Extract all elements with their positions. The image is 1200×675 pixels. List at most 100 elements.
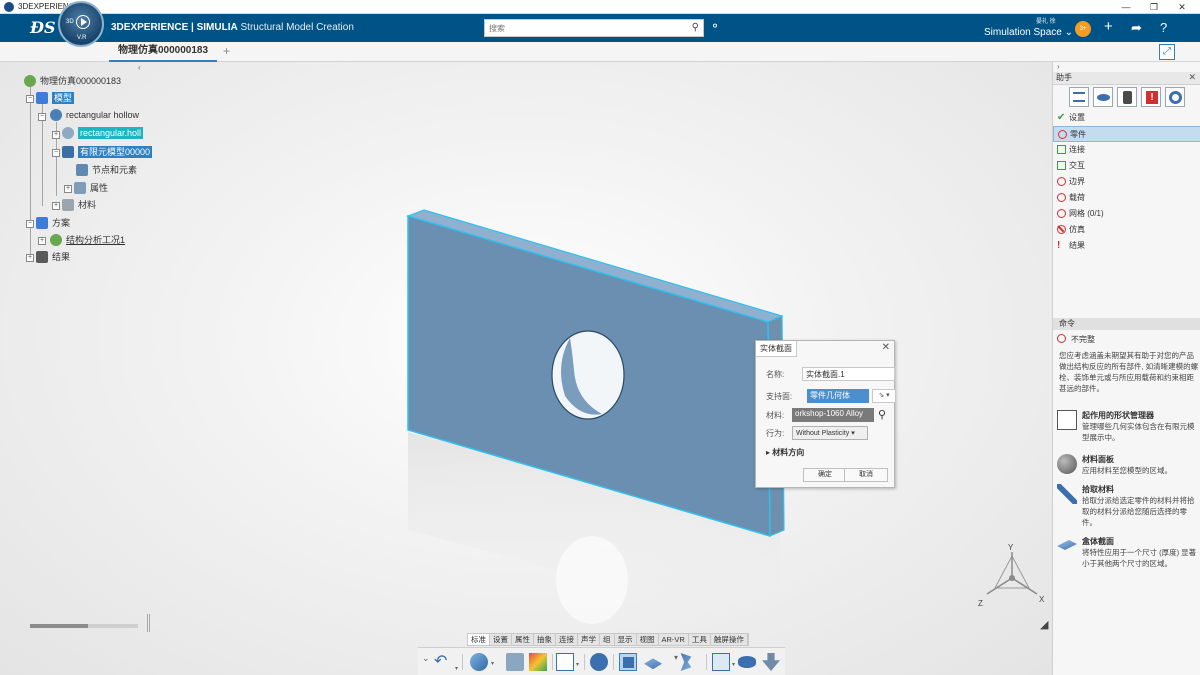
undo-dropdown-icon[interactable]: ▾ <box>455 660 458 675</box>
tree-part-child[interactable]: rectangular.holl <box>62 127 144 143</box>
tree-scenario[interactable]: 方案 <box>36 216 70 232</box>
list-view-icon[interactable] <box>1069 87 1089 107</box>
section-tab-view[interactable]: 视图 <box>637 634 659 645</box>
plate-model[interactable] <box>380 200 800 630</box>
hint-description: 拾取分派给选定零件的材料并将拾取的材料分派给您随后选择的零件。 <box>1082 496 1195 527</box>
tree-nodes[interactable]: 节点和元素 <box>76 163 137 179</box>
material-search-icon[interactable]: ⚲ <box>878 408 886 421</box>
section-tab-standard[interactable]: 标准 <box>468 634 490 645</box>
add-icon[interactable]: + <box>1104 18 1113 35</box>
solid-section-icon[interactable] <box>619 653 637 671</box>
ok-button[interactable]: 确定 <box>803 468 847 482</box>
cancel-button[interactable]: 取消 <box>844 468 888 482</box>
load-arrow-icon[interactable] <box>762 653 780 671</box>
visibility-eye-icon[interactable] <box>1093 87 1113 107</box>
tree-scrollbar[interactable] <box>30 624 138 628</box>
search-input[interactable] <box>489 21 679 35</box>
help-icon[interactable]: ? <box>1160 20 1167 35</box>
collapse-toggle[interactable]: − <box>52 149 60 157</box>
undo-icon[interactable]: ↶ ▾ <box>434 653 458 672</box>
beam-dropdown-icon[interactable]: ▾ <box>698 660 701 667</box>
name-field[interactable]: 实体截面.1 <box>802 367 895 381</box>
checklist-item-loads[interactable]: 载荷 <box>1053 190 1200 206</box>
properties-icon <box>74 181 86 194</box>
tree-model[interactable]: 模型 <box>36 91 75 107</box>
section-tab-display[interactable]: 显示 <box>615 634 637 645</box>
restore-button[interactable]: ❐ <box>1140 0 1168 14</box>
section-tab-touch[interactable]: 触屏操作 <box>711 634 748 645</box>
view-eye-icon[interactable] <box>738 656 756 668</box>
shell-section-icon[interactable] <box>644 658 662 670</box>
collapse-toggle[interactable]: + <box>52 202 60 210</box>
checklist-item-mesh[interactable]: 网格 (0/1) <box>1053 206 1200 222</box>
checklist-item-interactions[interactable]: 交互 <box>1053 158 1200 174</box>
dialog-close-icon[interactable]: ✕ <box>882 342 890 353</box>
settings-gear-icon[interactable] <box>590 653 608 671</box>
collapse-toggle[interactable]: + <box>64 185 72 193</box>
share-icon[interactable]: ➦ <box>1131 20 1142 36</box>
fem-tool-icon[interactable] <box>506 653 524 671</box>
notification-badge[interactable]: 3+ <box>1075 21 1091 37</box>
section-tab-acoustic[interactable]: 声学 <box>578 634 600 645</box>
tree-root[interactable]: 物理仿真000000183 <box>24 74 121 90</box>
shell-dropdown-icon[interactable]: ▾ <box>674 653 682 671</box>
pen-icon[interactable]: ◢ <box>1040 618 1048 631</box>
minimize-button[interactable]: — <box>1112 0 1140 14</box>
assistant-close-icon[interactable]: ✕ <box>1188 72 1196 83</box>
axis-triad[interactable]: Y X Z <box>975 540 1050 610</box>
checklist-item-boundary[interactable]: 边界 <box>1053 174 1200 190</box>
warnings-icon[interactable]: ! <box>1141 87 1161 107</box>
material-orientation-toggle[interactable]: ▸ 材料方向 <box>766 447 804 458</box>
section-tab-setup[interactable]: 设置 <box>490 634 512 645</box>
tree-case[interactable]: 结构分析工况1 <box>50 233 125 249</box>
section-tab-tools[interactable]: 工具 <box>689 634 711 645</box>
section-tab-ar-vr[interactable]: AR-VR <box>659 634 689 645</box>
close-window-button[interactable]: ✕ <box>1168 0 1196 14</box>
behavior-dropdown[interactable]: Without Plasticity ▾ <box>792 426 868 440</box>
tree-part[interactable]: rectangular hollow <box>50 109 139 125</box>
grid-dropdown-icon[interactable]: ▾ <box>732 661 735 668</box>
checklist-item-results[interactable]: ! 结果 <box>1053 238 1200 254</box>
panel-collapse-icon[interactable]: › <box>1057 62 1060 71</box>
collapse-toggle[interactable]: + <box>26 254 34 262</box>
collapse-toggle[interactable]: + <box>52 131 60 139</box>
tag-icon[interactable]: ⚬ <box>710 19 720 33</box>
checklist-item-parts[interactable]: 零件 <box>1053 126 1200 142</box>
tree-properties[interactable]: 属性 <box>74 181 108 197</box>
section-tab-abstract[interactable]: 抽象 <box>534 634 556 645</box>
support-field[interactable]: 零件几何体 <box>807 389 869 403</box>
checklist-item-simulation[interactable]: 仿真 <box>1053 222 1200 238</box>
compass-widget[interactable]: 3D V.R <box>58 1 104 47</box>
collapse-toggle[interactable]: + <box>38 237 46 245</box>
section-tab-group[interactable]: 组 <box>600 634 615 645</box>
table-icon[interactable]: ▾ <box>556 653 579 671</box>
results-plot-icon[interactable] <box>529 653 547 671</box>
filter-visibility-icon[interactable] <box>1117 87 1137 107</box>
tree-fem[interactable]: 有限元模型00000 <box>62 145 153 161</box>
search-icon[interactable]: ⚲ <box>692 22 699 33</box>
tree-material[interactable]: 材料 <box>62 198 96 214</box>
scrollbar-thumb[interactable] <box>30 624 88 628</box>
collapse-toggle[interactable]: − <box>38 113 46 121</box>
add-tab-button[interactable]: + <box>223 44 230 58</box>
table-dropdown-icon[interactable]: ▾ <box>576 661 579 668</box>
collapse-toggle[interactable]: − <box>26 95 34 103</box>
grid-layout-icon[interactable]: ▾ <box>712 653 735 671</box>
search-field[interactable]: ⚲ <box>484 19 704 37</box>
section-tab-properties[interactable]: 属性 <box>512 634 534 645</box>
tab-simulation[interactable]: 物理仿真000000183 <box>109 42 217 62</box>
play-icon[interactable] <box>76 15 90 29</box>
checklist-item-connections[interactable]: 连接 <box>1053 142 1200 158</box>
part-design-icon[interactable]: ▾ <box>470 653 494 671</box>
support-select-icon[interactable]: ⇘ ▾ <box>872 389 896 403</box>
checklist-item-setup[interactable]: ✔ 设置 <box>1053 110 1200 126</box>
maximize-viewer-icon[interactable]: ⤢ <box>1159 44 1175 60</box>
collapse-toggle[interactable]: − <box>26 220 34 228</box>
connectivity-icon[interactable] <box>1165 87 1185 107</box>
tree-results[interactable]: 结果 <box>36 250 70 266</box>
section-tab-connect[interactable]: 连接 <box>556 634 578 645</box>
space-selector[interactable]: Simulation Space ⌄ <box>984 27 1073 38</box>
part-design-dropdown-icon[interactable]: ▾ <box>491 660 494 667</box>
material-field[interactable]: orkshop-1060 Alloy <box>792 408 874 422</box>
panel-splitter[interactable] <box>147 614 150 632</box>
